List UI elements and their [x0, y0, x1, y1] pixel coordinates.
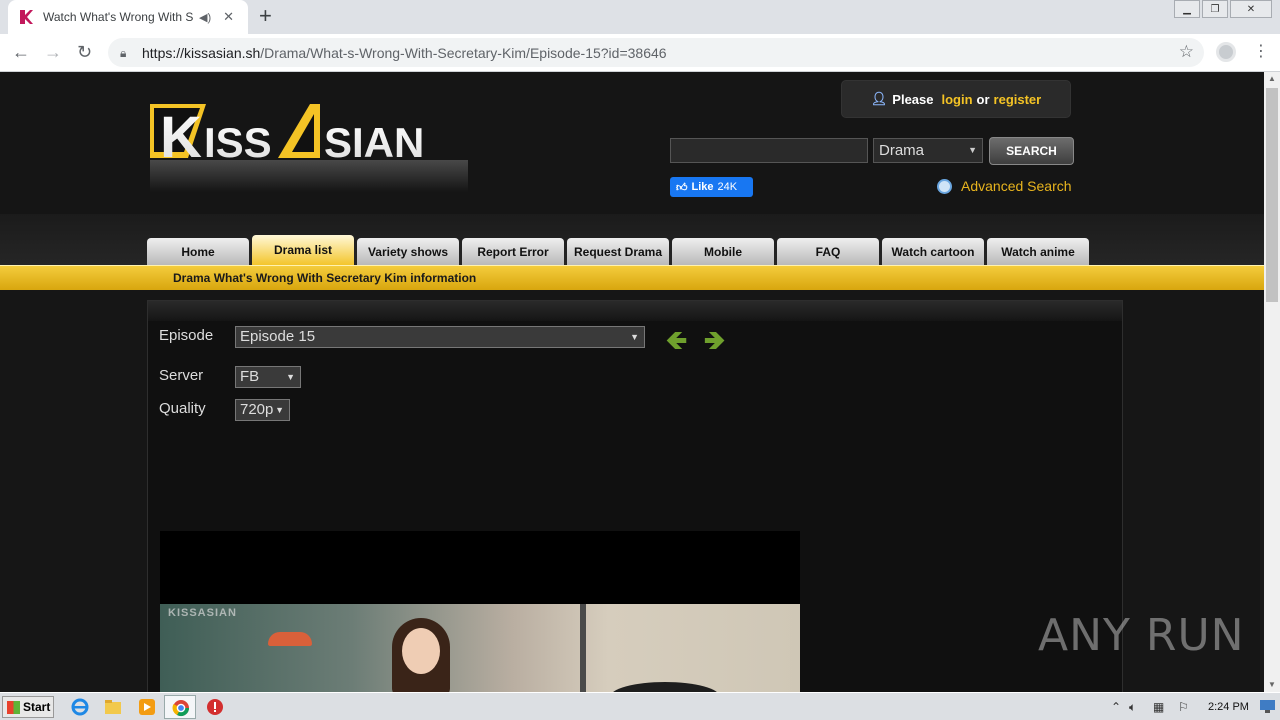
- window-frame: [580, 604, 586, 692]
- advanced-search-label: Advanced Search: [961, 178, 1072, 194]
- kissasian-logo[interactable]: K ISS SIAN: [148, 102, 470, 194]
- network-icon[interactable]: ▦: [1153, 700, 1164, 714]
- internet-explorer-icon[interactable]: [70, 697, 90, 717]
- server-label: Server: [159, 367, 204, 384]
- tab-title: Watch What's Wrong With Secretary Kim: [43, 10, 193, 24]
- taskbar-clock[interactable]: 2:24 PM: [1208, 701, 1249, 713]
- previous-episode-icon[interactable]: 🡸: [666, 327, 687, 353]
- new-tab-button[interactable]: +: [259, 5, 272, 27]
- minimize-icon[interactable]: ▁: [1174, 0, 1200, 18]
- profile-avatar-icon[interactable]: [1216, 42, 1236, 62]
- next-episode-icon[interactable]: 🡺: [704, 327, 725, 353]
- windows-taskbar: Start ⌃ 🔈︎ ▦ ⚐ 2:24 PM: [0, 692, 1280, 720]
- tray-chevron-icon[interactable]: ⌃: [1111, 700, 1121, 714]
- search-category-value: Drama: [879, 142, 925, 159]
- windows-flag-icon: [7, 700, 20, 714]
- browser-tabbar: Watch What's Wrong With Secretary Kim ◀)…: [0, 0, 1280, 34]
- show-desktop-icon[interactable]: [1260, 700, 1275, 713]
- site-header: K ISS SIAN 👤︎ Please login or register D…: [0, 72, 1264, 214]
- close-window-icon[interactable]: ✕: [1230, 0, 1272, 18]
- file-explorer-icon[interactable]: [103, 697, 123, 717]
- bookmark-star-icon[interactable]: ☆: [1179, 42, 1194, 62]
- drama-info-bar: Drama What's Wrong With Secretary Kim in…: [0, 265, 1264, 290]
- scroll-thumb[interactable]: [1266, 88, 1278, 302]
- restore-icon[interactable]: ❐: [1202, 0, 1228, 18]
- nav-home[interactable]: Home: [147, 238, 249, 265]
- search-button[interactable]: SEARCH: [989, 137, 1074, 165]
- forward-icon[interactable]: →: [44, 42, 62, 62]
- page-viewport: K ISS SIAN 👤︎ Please login or register D…: [0, 72, 1264, 692]
- login-link[interactable]: login: [941, 92, 972, 107]
- address-bar[interactable]: 🔒︎ https://kissasian.sh/Drama/What-s-Wro…: [108, 38, 1204, 67]
- nav-watch-anime[interactable]: Watch anime: [987, 238, 1089, 265]
- fb-like-label: Like: [691, 181, 714, 193]
- chrome-icon: [172, 700, 190, 717]
- anyrun-watermark: ANY RUN: [1038, 610, 1245, 661]
- chevron-down-icon: ▼: [968, 145, 977, 155]
- stop-sign-icon[interactable]: [205, 697, 225, 717]
- advanced-search-link[interactable]: Advanced Search: [937, 178, 1072, 194]
- kissasian-favicon-icon: [20, 10, 33, 24]
- start-button[interactable]: Start: [2, 696, 54, 718]
- scroll-down-icon[interactable]: ▼: [1264, 678, 1280, 692]
- chrome-taskbar-button[interactable]: [164, 695, 196, 719]
- login-box: 👤︎ Please login or register: [841, 80, 1071, 118]
- chevron-down-icon: ▼: [275, 405, 284, 415]
- thumbs-up-icon: 👍︎: [676, 181, 688, 194]
- server-value: FB: [240, 368, 260, 385]
- page-scrollbar[interactable]: ▲ ▼: [1264, 72, 1280, 692]
- svg-text:ISS: ISS: [204, 119, 272, 166]
- browser-tab[interactable]: Watch What's Wrong With Secretary Kim ◀)…: [8, 0, 248, 34]
- search-category-select[interactable]: Drama ▼: [873, 138, 983, 163]
- action-center-flag-icon[interactable]: ⚐: [1178, 700, 1189, 714]
- facebook-like-button[interactable]: 👍︎ Like 24K: [670, 177, 753, 197]
- quality-select[interactable]: 720p ▼: [235, 399, 290, 421]
- window-controls: ▁ ❐ ✕: [1172, 0, 1272, 18]
- nav-mobile[interactable]: Mobile: [672, 238, 774, 265]
- register-link[interactable]: register: [994, 92, 1042, 107]
- video-watermark: KISSASIAN: [168, 607, 237, 619]
- quality-value: 720p: [240, 401, 274, 418]
- quality-label: Quality: [159, 400, 206, 417]
- reload-icon[interactable]: ↻: [77, 42, 92, 62]
- chevron-down-icon: ▼: [286, 372, 295, 382]
- browser-toolbar: ← → ↻ 🔒︎ https://kissasian.sh/Drama/What…: [0, 34, 1280, 72]
- panel-header: [148, 301, 1122, 321]
- episode-label: Episode: [159, 327, 214, 344]
- search-input[interactable]: [670, 138, 868, 163]
- episode-select[interactable]: Episode 15 ▼: [235, 326, 645, 348]
- episode-value: Episode 15: [240, 328, 316, 345]
- svg-text:SIAN: SIAN: [324, 119, 424, 166]
- episode-panel: Episode Episode 15 ▼ 🡸 🡺 Server FB ▼ Qua…: [147, 300, 1123, 692]
- nav-variety-shows[interactable]: Variety shows: [357, 238, 459, 265]
- login-or: or: [976, 91, 990, 107]
- url-text: https://kissasian.sh/Drama/What-s-Wrong-…: [142, 44, 667, 61]
- start-label: Start: [23, 700, 51, 714]
- video-frame: KISSASIAN: [160, 604, 800, 692]
- nav-drama-list[interactable]: Drama list: [252, 235, 354, 265]
- actress-face: [402, 628, 440, 674]
- magnifier-icon: [937, 178, 952, 194]
- foreground-shape: [610, 682, 720, 692]
- volume-icon[interactable]: 🔈︎: [1129, 700, 1136, 715]
- nav-request-drama[interactable]: Request Drama: [567, 238, 669, 265]
- lamp-shape: [268, 632, 312, 646]
- scroll-up-icon[interactable]: ▲: [1264, 72, 1280, 86]
- close-tab-icon[interactable]: ✕: [223, 9, 234, 25]
- nav-faq[interactable]: FAQ: [777, 238, 879, 265]
- user-icon: 👤︎: [870, 91, 888, 106]
- video-player[interactable]: KISSASIAN: [160, 531, 800, 692]
- speaker-icon[interactable]: ◀): [199, 11, 211, 24]
- fb-like-count: 24K: [717, 181, 738, 193]
- nav-watch-cartoon[interactable]: Watch cartoon: [882, 238, 984, 265]
- media-player-icon[interactable]: [137, 697, 157, 717]
- menu-kebab-icon[interactable]: ⋮: [1253, 40, 1269, 64]
- back-icon[interactable]: ←: [12, 42, 30, 62]
- login-prefix: Please: [892, 91, 934, 107]
- chevron-down-icon: ▼: [630, 332, 639, 342]
- lock-icon: 🔒︎: [120, 45, 127, 60]
- drama-info-link[interactable]: Drama What's Wrong With Secretary Kim in…: [173, 271, 476, 285]
- server-select[interactable]: FB ▼: [235, 366, 301, 388]
- nav-report-error[interactable]: Report Error: [462, 238, 564, 265]
